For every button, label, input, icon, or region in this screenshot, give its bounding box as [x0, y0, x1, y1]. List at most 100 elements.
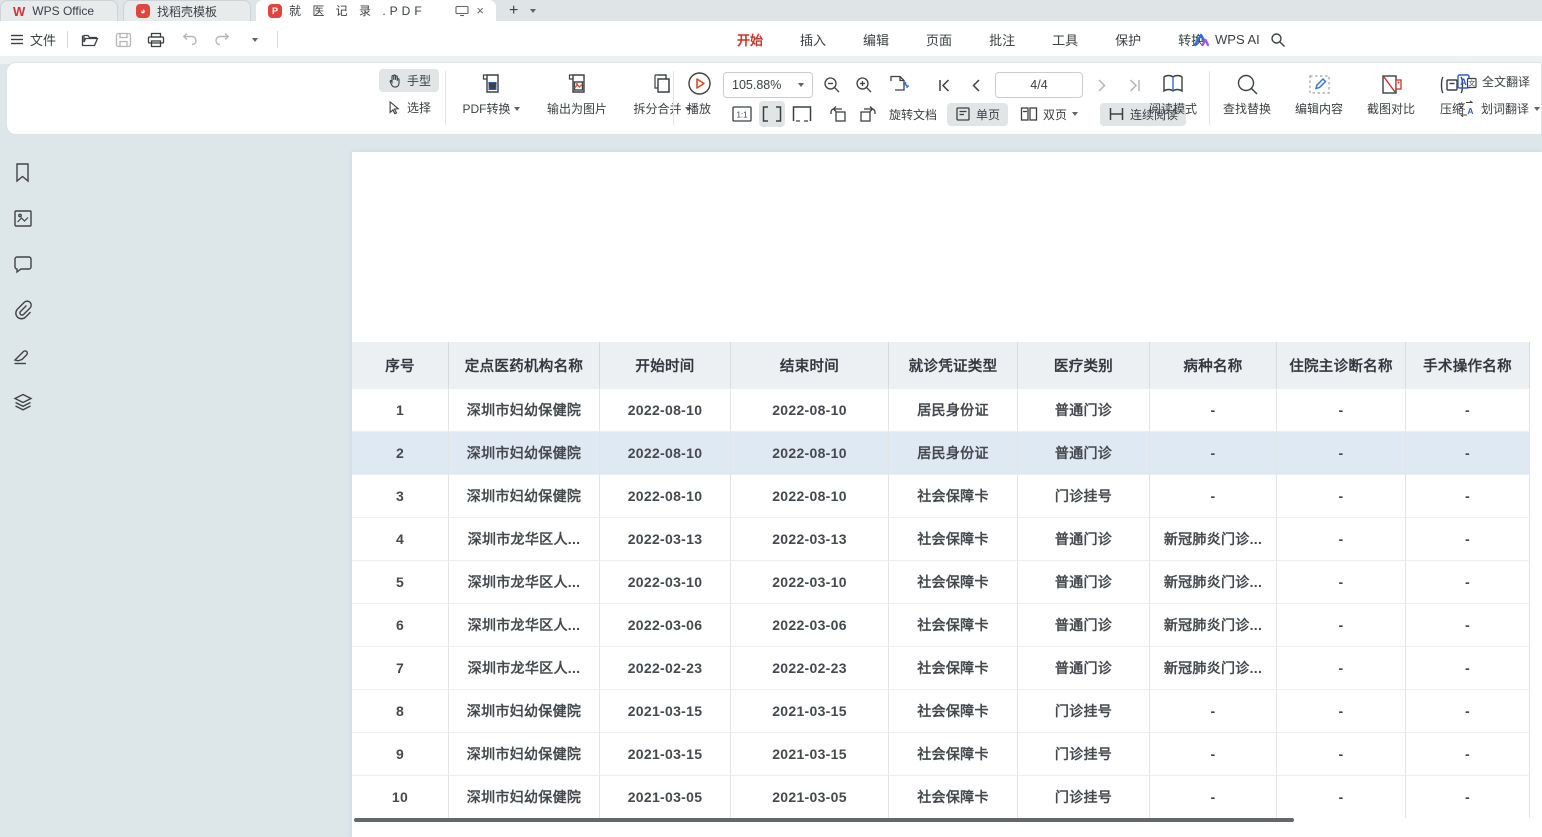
print-icon[interactable]: [145, 28, 167, 52]
tab-list-dropdown-icon[interactable]: [526, 0, 540, 21]
select-tool-label: 选择: [407, 99, 431, 116]
find-replace-button[interactable]: 查找替换: [1215, 70, 1279, 117]
save-icon[interactable]: [112, 28, 134, 52]
left-panel-strip: [0, 135, 45, 837]
auto-scroll-pages-icon[interactable]: [883, 72, 917, 98]
screenshot-compare-button[interactable]: 截图对比: [1359, 70, 1423, 117]
comment-icon[interactable]: [10, 251, 36, 277]
read-mode-button[interactable]: 阅读模式: [1143, 70, 1203, 117]
layers-icon[interactable]: [10, 389, 36, 415]
table-cell: -: [1150, 431, 1277, 474]
open-file-icon[interactable]: [79, 28, 101, 52]
menu-item-保护[interactable]: 保护: [1113, 30, 1143, 49]
rotate-left-icon[interactable]: [825, 101, 851, 127]
play-icon: [687, 70, 712, 96]
undo-icon[interactable]: [178, 28, 200, 52]
edit-content-icon: [1307, 70, 1332, 96]
pdf-file-icon: P: [268, 4, 282, 18]
table-cell: 2022-08-10: [600, 474, 731, 517]
tab-docer-templates[interactable]: ◕ 找稻壳模板: [123, 0, 251, 21]
new-tab-button[interactable]: +: [501, 0, 526, 21]
table-row: 3深圳市妇幼保健院2022-08-102022-08-10社会保障卡门诊挂号--…: [352, 474, 1530, 517]
table-cell: 2022-08-10: [731, 474, 889, 517]
table-cell: 2022-08-10: [600, 431, 731, 474]
single-page-icon: [955, 106, 971, 122]
fit-width-icon[interactable]: [759, 101, 785, 127]
zoom-in-icon[interactable]: [851, 72, 877, 98]
table-cell: -: [1406, 474, 1530, 517]
table-row: 8深圳市妇幼保健院2021-03-152021-03-15社会保障卡门诊挂号--…: [352, 689, 1530, 732]
find-replace-label: 查找替换: [1223, 100, 1271, 117]
menu-item-工具[interactable]: 工具: [1050, 30, 1080, 49]
quick-access-dropdown-icon[interactable]: [244, 28, 266, 52]
table-cell: 5: [352, 560, 449, 603]
full-text-translate-button[interactable]: A文 全文翻译: [1449, 70, 1542, 93]
menu-item-编辑[interactable]: 编辑: [861, 30, 891, 49]
ribbon-search-icon[interactable]: [1270, 21, 1286, 58]
table-cell: 2022-08-10: [731, 431, 889, 474]
zoom-level-combobox[interactable]: 105.88%: [723, 72, 813, 98]
svg-text:W: W: [489, 84, 496, 91]
table-cell: 普通门诊: [1018, 388, 1150, 431]
bookmark-icon[interactable]: [10, 159, 36, 185]
menu-item-开始[interactable]: 开始: [735, 30, 765, 49]
double-page-button[interactable]: 双页: [1012, 103, 1086, 126]
table-header-cell: 医疗类别: [1018, 342, 1150, 388]
attachment-icon[interactable]: [10, 297, 36, 323]
table-cell: 普通门诊: [1018, 560, 1150, 603]
hand-tool-button[interactable]: 手型: [379, 69, 439, 92]
table-cell: -: [1277, 560, 1406, 603]
table-cell: 2021-03-15: [600, 689, 731, 732]
tab-wps-home[interactable]: W WPS Office: [0, 0, 118, 21]
rotate-right-icon[interactable]: [855, 101, 881, 127]
file-menu-button[interactable]: 文件: [10, 30, 56, 49]
screenshot-compare-icon: [1379, 70, 1404, 96]
table-cell: 2022-02-23: [731, 646, 889, 689]
table-cell: 社会保障卡: [889, 732, 1018, 775]
word-translate-button[interactable]: 文A 划词翻译: [1449, 97, 1542, 120]
edit-content-button[interactable]: 编辑内容: [1287, 70, 1351, 117]
actual-size-icon[interactable]: 1:1: [729, 101, 755, 127]
export-image-icon: [565, 70, 589, 96]
previous-page-icon[interactable]: [963, 72, 989, 98]
redo-icon[interactable]: [211, 28, 233, 52]
full-text-translate-label: 全文翻译: [1482, 73, 1530, 90]
table-cell: 7: [352, 646, 449, 689]
select-tool-button[interactable]: 选择: [379, 96, 439, 119]
menu-item-页面[interactable]: 页面: [924, 30, 954, 49]
divider: [67, 31, 68, 48]
table-cell: -: [1277, 517, 1406, 560]
close-tab-icon[interactable]: ×: [476, 3, 484, 18]
table-cell: 社会保障卡: [889, 646, 1018, 689]
menu-item-批注[interactable]: 批注: [987, 30, 1017, 49]
page-number-box[interactable]: 4/4: [995, 72, 1083, 98]
play-slideshow-button[interactable]: 播放: [675, 70, 723, 117]
tab-document-pdf[interactable]: P 就 医 记 录 .PDF ×: [256, 0, 496, 21]
table-cell: 6: [352, 603, 449, 646]
table-cell: -: [1277, 603, 1406, 646]
fit-page-icon[interactable]: [789, 101, 815, 127]
next-page-icon[interactable]: [1089, 72, 1115, 98]
wps-ai-button[interactable]: WPS AI: [1193, 21, 1260, 58]
svg-text:A: A: [1467, 106, 1473, 116]
table-bottom-scrollbar[interactable]: [354, 818, 1294, 822]
table-cell: 社会保障卡: [889, 560, 1018, 603]
table-cell: -: [1406, 732, 1530, 775]
tab-document-label: 就 医 记 录 .PDF: [289, 2, 426, 19]
single-page-button[interactable]: 单页: [947, 103, 1008, 126]
zoom-out-icon[interactable]: [819, 72, 845, 98]
export-as-image-label: 输出为图片: [547, 100, 607, 117]
wps-logo-icon: W: [13, 4, 25, 19]
pdf-convert-button[interactable]: W PDF转换: [451, 70, 531, 117]
table-cell: 社会保障卡: [889, 775, 1018, 818]
thumbnail-icon[interactable]: [10, 205, 36, 231]
signature-pen-icon[interactable]: [10, 343, 36, 369]
first-page-icon[interactable]: [931, 72, 957, 98]
menu-item-插入[interactable]: 插入: [798, 30, 828, 49]
export-as-image-button[interactable]: 输出为图片: [541, 70, 613, 117]
ribbon-menu-tabs: 开始插入编辑页面批注工具保护转换: [735, 21, 1206, 58]
rotate-document-label[interactable]: 旋转文档: [889, 106, 937, 123]
table-cell: -: [1277, 388, 1406, 431]
present-to-screen-icon[interactable]: [455, 5, 469, 17]
table-cell: -: [1150, 474, 1277, 517]
